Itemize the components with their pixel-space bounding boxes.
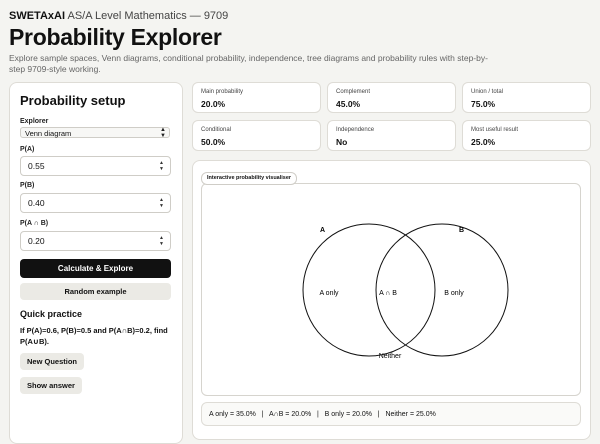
stat-value: 45.0%: [336, 99, 361, 109]
explorer-label: Explorer: [20, 118, 49, 125]
stat-value: 50.0%: [201, 137, 226, 147]
brand-name: SWETAxAI: [9, 10, 66, 22]
random-example-button[interactable]: Random example: [20, 283, 171, 300]
set-b-label: B: [459, 227, 464, 234]
updown-chevron-icon: ▲ ▼: [160, 127, 166, 139]
a-only-region-label: A only: [319, 290, 339, 297]
pab-value: 0.20: [28, 236, 45, 246]
stat-card-complement: Complement 45.0%: [327, 82, 456, 113]
app-brand-line: SWETAxAI AS/A Level Mathematics — 9709: [9, 10, 228, 22]
stat-value: No: [336, 137, 348, 147]
pa-input[interactable]: 0.55 ▲ ▼: [20, 156, 171, 176]
calculate-explore-button[interactable]: Calculate & Explore: [20, 259, 171, 278]
stat-value: 20.0%: [201, 99, 226, 109]
stat-label: Most useful result: [471, 127, 519, 133]
quick-practice-heading: Quick practice: [20, 309, 83, 319]
stepper-icon[interactable]: ▲ ▼: [159, 235, 164, 247]
practice-question: If P(A)=0.6, P(B)=0.5 and P(A∩B)=0.2, fi…: [20, 326, 168, 346]
stat-label: Main probability: [201, 89, 244, 95]
stat-label: Independence: [336, 127, 375, 133]
stepper-icon[interactable]: ▲ ▼: [159, 197, 164, 209]
stat-card-union: Union / total 75.0%: [462, 82, 591, 113]
stat-card-main-probability: Main probability 20.0%: [192, 82, 321, 113]
b-only-region-label: B only: [444, 290, 464, 297]
venn-diagram: A B A only A ∩ B B only Neither: [302, 223, 509, 360]
probability-setup-panel: Probability setup Explorer Venn diagram …: [9, 82, 183, 444]
region-summary: A only = 35.0% | A∩B = 20.0% | B only = …: [201, 402, 581, 426]
explorer-select[interactable]: Venn diagram ▲ ▼: [20, 127, 170, 139]
new-question-button[interactable]: New Question: [20, 353, 85, 370]
pab-label: P(A ∩ B): [20, 220, 49, 227]
neither-region-label: Neither: [379, 353, 402, 360]
stat-label: Union / total: [471, 89, 504, 95]
visualiser-tag: Interactive probability visualiser: [201, 172, 298, 185]
pb-label: P(B): [20, 182, 35, 189]
page-subtitle: Explore sample spaces, Venn diagrams, co…: [9, 53, 488, 74]
stepper-icon[interactable]: ▲ ▼: [159, 160, 164, 172]
course-name: AS/A Level Mathematics — 9709: [67, 10, 229, 22]
venn-diagram-wrapper: A B A only A ∩ B B only Neither: [201, 183, 581, 396]
stat-card-most-useful: Most useful result 25.0%: [462, 120, 591, 151]
stat-card-independence: Independence No: [327, 120, 456, 151]
stat-card-conditional: Conditional 50.0%: [192, 120, 321, 151]
page-title: Probability Explorer: [9, 24, 222, 50]
explorer-select-value: Venn diagram: [25, 129, 72, 138]
stat-label: Complement: [336, 89, 371, 95]
intersection-region-label: A ∩ B: [379, 290, 397, 297]
region-summary-text: A only = 35.0% | A∩B = 20.0% | B only = …: [209, 411, 436, 418]
stat-label: Conditional: [201, 127, 232, 133]
pb-value: 0.40: [28, 198, 45, 208]
stat-value: 25.0%: [471, 137, 496, 147]
pab-input[interactable]: 0.20 ▲ ▼: [20, 231, 171, 251]
pa-label: P(A): [20, 146, 35, 153]
pa-value: 0.55: [28, 161, 45, 171]
setup-heading: Probability setup: [20, 93, 126, 108]
set-a-label: A: [320, 227, 325, 234]
show-answer-button[interactable]: Show answer: [20, 377, 82, 394]
pb-input[interactable]: 0.40 ▲ ▼: [20, 193, 171, 213]
stat-value: 75.0%: [471, 99, 496, 109]
